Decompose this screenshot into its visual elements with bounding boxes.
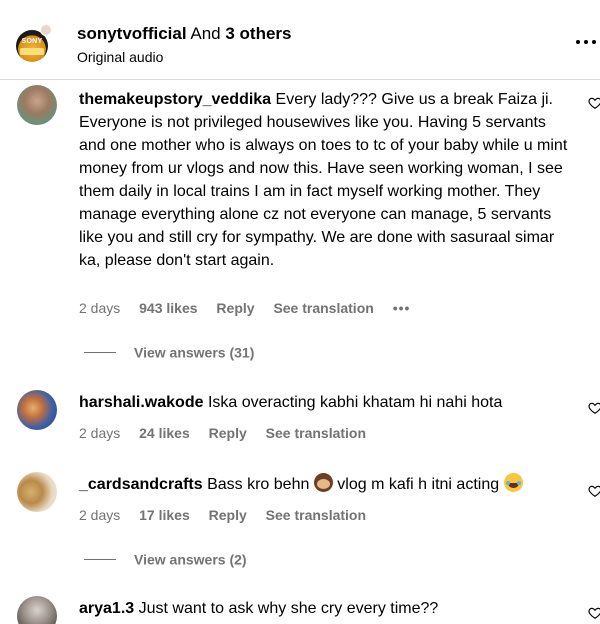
comment-more-icon[interactable]: ••• <box>393 300 411 316</box>
sony-logo: SONY <box>21 38 43 45</box>
comment-time: 2 days <box>79 300 121 316</box>
comment-text-block: _cardsandcrafts Bass kro behn vlog m kaf… <box>79 473 579 496</box>
collaborator-avatar[interactable] <box>40 24 52 36</box>
view-answers-button[interactable]: View answers (31) <box>84 343 254 360</box>
comment-username[interactable]: themakeupstory_veddika <box>79 91 271 108</box>
comment-username[interactable]: harshali.wakode <box>79 394 204 411</box>
likes-count[interactable]: 24 likes <box>139 425 190 441</box>
comment-body: Iska overacting kabhi khatam hi nahi hot… <box>207 394 503 411</box>
more-options-icon[interactable] <box>575 38 597 46</box>
like-heart-icon[interactable] <box>588 606 600 620</box>
reply-button[interactable]: Reply <box>216 300 254 316</box>
comment-meta: 2 days 24 likes Reply See translation <box>79 425 381 441</box>
see-translation-button[interactable]: See translation <box>273 300 373 316</box>
comment-username[interactable]: arya1.3 <box>79 600 134 617</box>
like-heart-icon[interactable] <box>588 96 600 110</box>
comment-text-block: themakeupstory_veddika Every lady??? Giv… <box>79 88 574 272</box>
answers-divider-line <box>84 351 116 353</box>
post-header: SONY sonytvofficial And 3 others Origina… <box>0 0 600 80</box>
comment-text-block: arya1.3 Just want to ask why she cry eve… <box>79 597 579 620</box>
view-answers-button[interactable]: View answers (2) <box>84 550 247 567</box>
commenter-avatar[interactable] <box>17 472 57 512</box>
see-translation-button[interactable]: See translation <box>266 425 366 441</box>
see-no-evil-monkey-icon <box>313 473 333 492</box>
audio-label[interactable]: Original audio <box>77 49 163 65</box>
comment-time: 2 days <box>79 425 121 441</box>
account-name[interactable]: sonytvofficial <box>77 24 187 43</box>
view-answers-label: View answers (31) <box>134 344 255 361</box>
likes-count[interactable]: 943 likes <box>139 300 197 316</box>
comment-body-start: Bass kro behn <box>207 476 310 493</box>
see-translation-button[interactable]: See translation <box>266 507 366 523</box>
comment-meta: 2 days 943 likes Reply See translation •… <box>79 300 425 316</box>
comment-text-block: harshali.wakode Iska overacting kabhi kh… <box>79 391 579 414</box>
comment-body: Just want to ask why she cry every time?… <box>138 600 439 617</box>
like-heart-icon[interactable] <box>588 401 600 415</box>
commenter-avatar[interactable] <box>17 390 57 430</box>
reply-button[interactable]: Reply <box>209 425 247 441</box>
like-heart-icon[interactable] <box>588 484 600 498</box>
comment-meta: 2 days 17 likes Reply See translation <box>79 507 381 523</box>
tears-of-joy-icon <box>503 473 523 492</box>
view-answers-label: View answers (2) <box>134 551 247 568</box>
comment-body-end: vlog m kafi h itni acting <box>337 476 500 493</box>
comment-body: Every lady??? Give us a break Faiza ji. … <box>79 91 568 269</box>
commenter-avatar[interactable] <box>17 596 57 624</box>
logo-banner <box>20 48 44 55</box>
answers-divider-line <box>84 558 116 560</box>
and-text: And <box>190 24 221 43</box>
comment-username[interactable]: _cardsandcrafts <box>79 476 203 493</box>
comment-time: 2 days <box>79 507 121 523</box>
commenter-avatar[interactable] <box>17 85 57 125</box>
reply-button[interactable]: Reply <box>209 507 247 523</box>
header-title: sonytvofficial And 3 others <box>77 24 292 44</box>
others-link[interactable]: 3 others <box>225 24 291 43</box>
likes-count[interactable]: 17 likes <box>139 507 190 523</box>
